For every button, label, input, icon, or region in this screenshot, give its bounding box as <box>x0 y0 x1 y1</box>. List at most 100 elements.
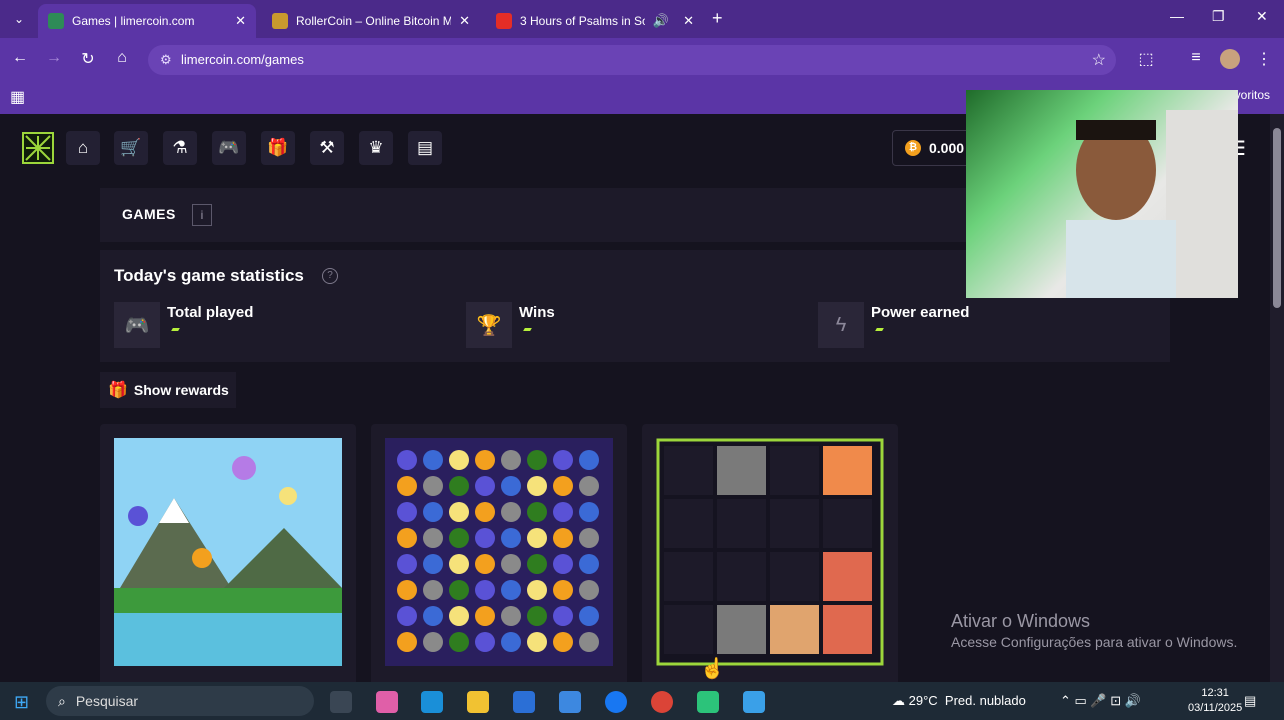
more-icon[interactable]: ⋮ <box>1254 49 1274 69</box>
grid-tile <box>770 552 819 601</box>
crypto-gem <box>449 554 469 574</box>
crypto-gem <box>397 606 417 626</box>
gift-icon: 🎁 <box>108 382 128 399</box>
crypto-gem <box>423 580 443 600</box>
address-bar[interactable]: ⚙ limercoin.com/games ☆ <box>148 45 1116 75</box>
scrollbar-thumb[interactable] <box>1273 128 1281 308</box>
home-icon[interactable]: ⌂ <box>112 49 132 67</box>
site-info-icon[interactable]: ⚙ <box>160 52 172 68</box>
crypto-gem <box>553 632 573 652</box>
grid-tile <box>770 446 819 495</box>
facebook-icon[interactable] <box>605 691 627 713</box>
back-icon[interactable]: ← <box>10 49 30 67</box>
browser-tabstrip: ⌄ Games | limercoin.com ✕ RollerCoin – O… <box>0 0 1284 38</box>
tab-search-icon[interactable]: ⌄ <box>8 8 30 30</box>
restore-icon[interactable]: ❐ <box>1212 8 1225 25</box>
media-icon[interactable]: ≡ <box>1186 49 1206 67</box>
crypto-gem <box>423 554 443 574</box>
crypto-gem <box>449 528 469 548</box>
windows-start-icon[interactable]: ⊞ <box>14 692 29 713</box>
crypto-gem <box>397 580 417 600</box>
task-view-icon[interactable] <box>330 691 352 713</box>
game-card-coin-flip[interactable] <box>100 424 356 682</box>
stat-power-earned: ϟ Power earned <box>818 302 1118 348</box>
minimize-icon[interactable]: — <box>1170 8 1184 24</box>
file-explorer-icon[interactable] <box>467 691 489 713</box>
tab-games[interactable]: Games | limercoin.com ✕ <box>38 4 256 38</box>
close-window-icon[interactable]: ✕ <box>1256 8 1268 25</box>
app-icon[interactable] <box>697 691 719 713</box>
show-rewards-button[interactable]: 🎁 Show rewards <box>100 372 236 408</box>
crypto-gem <box>475 606 495 626</box>
apps-grid-icon[interactable]: ▦ <box>10 87 25 107</box>
grid-tile <box>823 605 872 654</box>
mail-icon[interactable] <box>559 691 581 713</box>
crypto-gem <box>579 528 599 548</box>
trophy-icon: 🏆 <box>466 302 512 348</box>
new-tab-icon[interactable]: + <box>712 8 723 29</box>
nav-crown-icon[interactable]: ♛ <box>359 131 393 165</box>
game-card-crypto-match[interactable] <box>371 424 627 682</box>
crypto-gem <box>501 580 521 600</box>
stat-value-placeholder <box>171 328 180 331</box>
limercoin-logo[interactable] <box>22 132 54 164</box>
crypto-gem <box>553 528 573 548</box>
webcam-overlay <box>966 90 1238 298</box>
profile-avatar[interactable] <box>1220 49 1240 69</box>
speaker-icon[interactable]: 🔊 <box>653 13 669 29</box>
nav-games-icon[interactable]: 🎮 <box>212 131 246 165</box>
close-tab-icon[interactable]: ✕ <box>683 13 694 29</box>
crypto-gem <box>501 476 521 496</box>
crypto-gem <box>553 476 573 496</box>
nav-tasks-icon[interactable]: ▤ <box>408 131 442 165</box>
game-thumbnail-match[interactable] <box>385 438 613 666</box>
rollercoin-favicon-icon <box>272 13 288 29</box>
crypto-gem <box>501 450 521 470</box>
edge-icon[interactable] <box>421 691 443 713</box>
taskbar-clock[interactable]: 12:31 03/11/2025 <box>1188 686 1242 716</box>
store-icon[interactable] <box>513 691 535 713</box>
extensions-icon[interactable]: ⬚ <box>1136 49 1156 69</box>
nav-shop-icon[interactable]: 🛒 <box>114 131 148 165</box>
taskbar-search[interactable]: ⌕ Pesquisar <box>46 686 314 716</box>
notification-icon[interactable]: ▤ <box>1244 693 1256 709</box>
grid-tile <box>664 605 713 654</box>
info-icon[interactable]: i <box>192 204 212 226</box>
crypto-gem <box>553 554 573 574</box>
page-scrollbar[interactable] <box>1270 114 1284 682</box>
system-tray-icons[interactable]: ⌃ ▭ 🎤 ⊡ 🔊 <box>1060 693 1141 709</box>
tab-youtube[interactable]: 3 Hours of Psalms in Soulfu 🔊 ✕ <box>486 4 704 38</box>
close-tab-icon[interactable]: ✕ <box>459 13 470 29</box>
stat-total-played: 🎮 Total played <box>114 302 414 348</box>
crypto-gem <box>475 554 495 574</box>
nav-home-icon[interactable]: ⌂ <box>66 131 100 165</box>
game-thumbnail-landscape[interactable] <box>114 438 342 666</box>
weather-widget[interactable]: ☁ 29°C Pred. nublado <box>892 693 1026 709</box>
crypto-gem <box>579 580 599 600</box>
help-icon[interactable]: ? <box>322 268 338 284</box>
reload-icon[interactable]: ↻ <box>78 49 98 69</box>
forward-icon[interactable]: → <box>44 49 64 67</box>
close-tab-icon[interactable]: ✕ <box>235 13 246 29</box>
tab-rollercoin[interactable]: RollerCoin – Online Bitcoin Min ✕ <box>262 4 480 38</box>
crypto-gem <box>423 606 443 626</box>
crypto-gem <box>449 502 469 522</box>
crypto-gem <box>449 476 469 496</box>
crypto-gem <box>449 450 469 470</box>
crypto-gem <box>527 476 547 496</box>
nav-tools-icon[interactable]: ⚒ <box>310 131 344 165</box>
windows-activation-title: Ativar o Windows <box>951 611 1091 631</box>
all-bookmarks-label[interactable]: voritos <box>1235 88 1270 102</box>
crypto-gem <box>397 528 417 548</box>
nav-lootbox-icon[interactable]: 🎁 <box>261 131 295 165</box>
game-thumbnail-grid[interactable] <box>656 438 884 666</box>
crypto-gem <box>449 606 469 626</box>
nav-potion-icon[interactable]: ⚗ <box>163 131 197 165</box>
game-card-token-grid[interactable] <box>642 424 898 682</box>
bookmark-star-icon[interactable]: ☆ <box>1092 50 1106 70</box>
app-f-icon[interactable] <box>743 691 765 713</box>
copilot-icon[interactable] <box>376 691 398 713</box>
chrome-icon[interactable] <box>651 691 673 713</box>
crypto-gem <box>501 632 521 652</box>
crypto-gem <box>579 450 599 470</box>
